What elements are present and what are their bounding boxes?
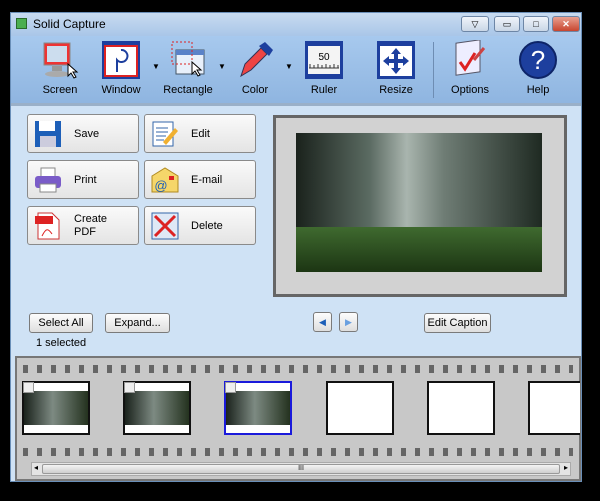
- create-pdf-button[interactable]: Create PDF: [27, 206, 139, 245]
- edit-document-icon: [152, 121, 178, 146]
- printer-icon: [35, 167, 61, 192]
- monitor-icon: [43, 42, 79, 79]
- rectangle-button[interactable]: Rectangle: [158, 40, 218, 96]
- expand-button[interactable]: Expand...: [105, 313, 170, 333]
- thumbnail[interactable]: [123, 381, 191, 435]
- delete-button[interactable]: Delete: [144, 206, 256, 245]
- help-icon: ?: [519, 41, 557, 79]
- ruler-icon: 50: [305, 41, 343, 79]
- color-dropdown-arrow[interactable]: ▼: [285, 62, 293, 71]
- horizontal-scrollbar[interactable]: ◂ III ▸: [31, 462, 571, 476]
- edit-button[interactable]: Edit: [144, 114, 256, 153]
- maximize-button[interactable]: □: [523, 16, 549, 32]
- options-button[interactable]: Options: [440, 40, 500, 96]
- scroll-right-arrow[interactable]: ▸: [564, 463, 568, 472]
- save-button[interactable]: Save: [27, 114, 139, 153]
- next-button[interactable]: ▶: [339, 312, 358, 332]
- delete-x-icon: [151, 212, 179, 239]
- print-label: Print: [74, 173, 97, 186]
- print-button[interactable]: Print: [27, 160, 139, 199]
- thumbnail-image: [125, 391, 189, 425]
- email-button[interactable]: @ E-mail: [144, 160, 256, 199]
- thumbnail-checkbox[interactable]: [225, 382, 236, 393]
- options-label: Options: [451, 84, 489, 96]
- resize-arrows-icon: [377, 41, 415, 79]
- thumbnail-checkbox[interactable]: [124, 382, 135, 393]
- window-capture-icon: [102, 41, 140, 79]
- svg-text:@: @: [154, 178, 167, 193]
- options-icon: [455, 40, 486, 76]
- floppy-disk-icon: [35, 120, 61, 147]
- resize-button[interactable]: Resize: [366, 40, 426, 96]
- help-label: Help: [526, 84, 550, 96]
- app-icon: [16, 18, 27, 29]
- image-preview[interactable]: [273, 115, 567, 297]
- edit-label: Edit: [191, 127, 210, 140]
- preview-grass: [296, 227, 542, 272]
- resize-label: Resize: [379, 84, 413, 96]
- rectangle-select-icon: [171, 41, 205, 77]
- window-label: Window: [101, 84, 141, 96]
- save-label: Save: [74, 127, 100, 140]
- select-all-button[interactable]: Select All: [29, 313, 93, 333]
- help-button[interactable]: ? Help: [508, 40, 568, 96]
- thumbnail-image: [226, 391, 290, 425]
- ruler-button[interactable]: 50 Ruler: [294, 40, 354, 96]
- rectangle-label: Rectangle: [163, 84, 213, 96]
- email-envelope-icon: @: [151, 166, 179, 193]
- film-perforations-bottom: [23, 448, 573, 456]
- film-perforations-top: [23, 365, 573, 373]
- edit-caption-button[interactable]: Edit Caption: [424, 313, 491, 333]
- thumbnail-selected[interactable]: [224, 381, 292, 435]
- pdf-icon: [35, 212, 60, 239]
- scrollbar-thumb[interactable]: III: [42, 464, 560, 474]
- delete-label: Delete: [191, 219, 223, 232]
- preview-image: [296, 133, 542, 272]
- toolbar: Screen Window ▼ Rectangle ▼ Color ▼ 50 R…: [11, 36, 581, 106]
- toolbar-separator: [433, 42, 434, 98]
- selection-status: 1 selected: [36, 337, 87, 349]
- thumbnail-checkbox[interactable]: [23, 382, 34, 393]
- color-label: Color: [241, 84, 269, 96]
- create-pdf-label: Create PDF: [74, 212, 108, 238]
- minimize-button[interactable]: ▭: [494, 16, 520, 32]
- window-button[interactable]: Window: [91, 40, 151, 96]
- window-menu-button[interactable]: ▽: [461, 16, 489, 32]
- window-title: Solid Capture: [33, 17, 106, 31]
- app-window: Solid Capture ▽ ▭ □ ✕ Screen Window ▼ Re…: [10, 12, 582, 482]
- ruler-value: 50: [318, 52, 330, 63]
- help-glyph: ?: [531, 45, 545, 75]
- screen-label: Screen: [42, 84, 78, 96]
- scroll-left-arrow[interactable]: ◂: [34, 463, 38, 472]
- email-label: E-mail: [191, 173, 223, 186]
- previous-button[interactable]: ◀: [313, 312, 332, 332]
- ruler-label: Ruler: [310, 84, 338, 96]
- close-button[interactable]: ✕: [552, 16, 580, 32]
- filmstrip: ◂ III ▸: [15, 356, 581, 481]
- eyedropper-icon: [240, 42, 273, 78]
- screen-button[interactable]: Screen: [30, 40, 90, 96]
- title-bar: Solid Capture ▽ ▭ □ ✕: [11, 13, 581, 36]
- color-button[interactable]: Color: [225, 40, 285, 96]
- thumbnail[interactable]: [22, 381, 90, 435]
- thumbnail-empty[interactable]: [427, 381, 495, 435]
- thumbnail-empty[interactable]: [528, 381, 580, 435]
- thumbnail-image: [24, 391, 88, 425]
- thumbnail-empty[interactable]: [326, 381, 394, 435]
